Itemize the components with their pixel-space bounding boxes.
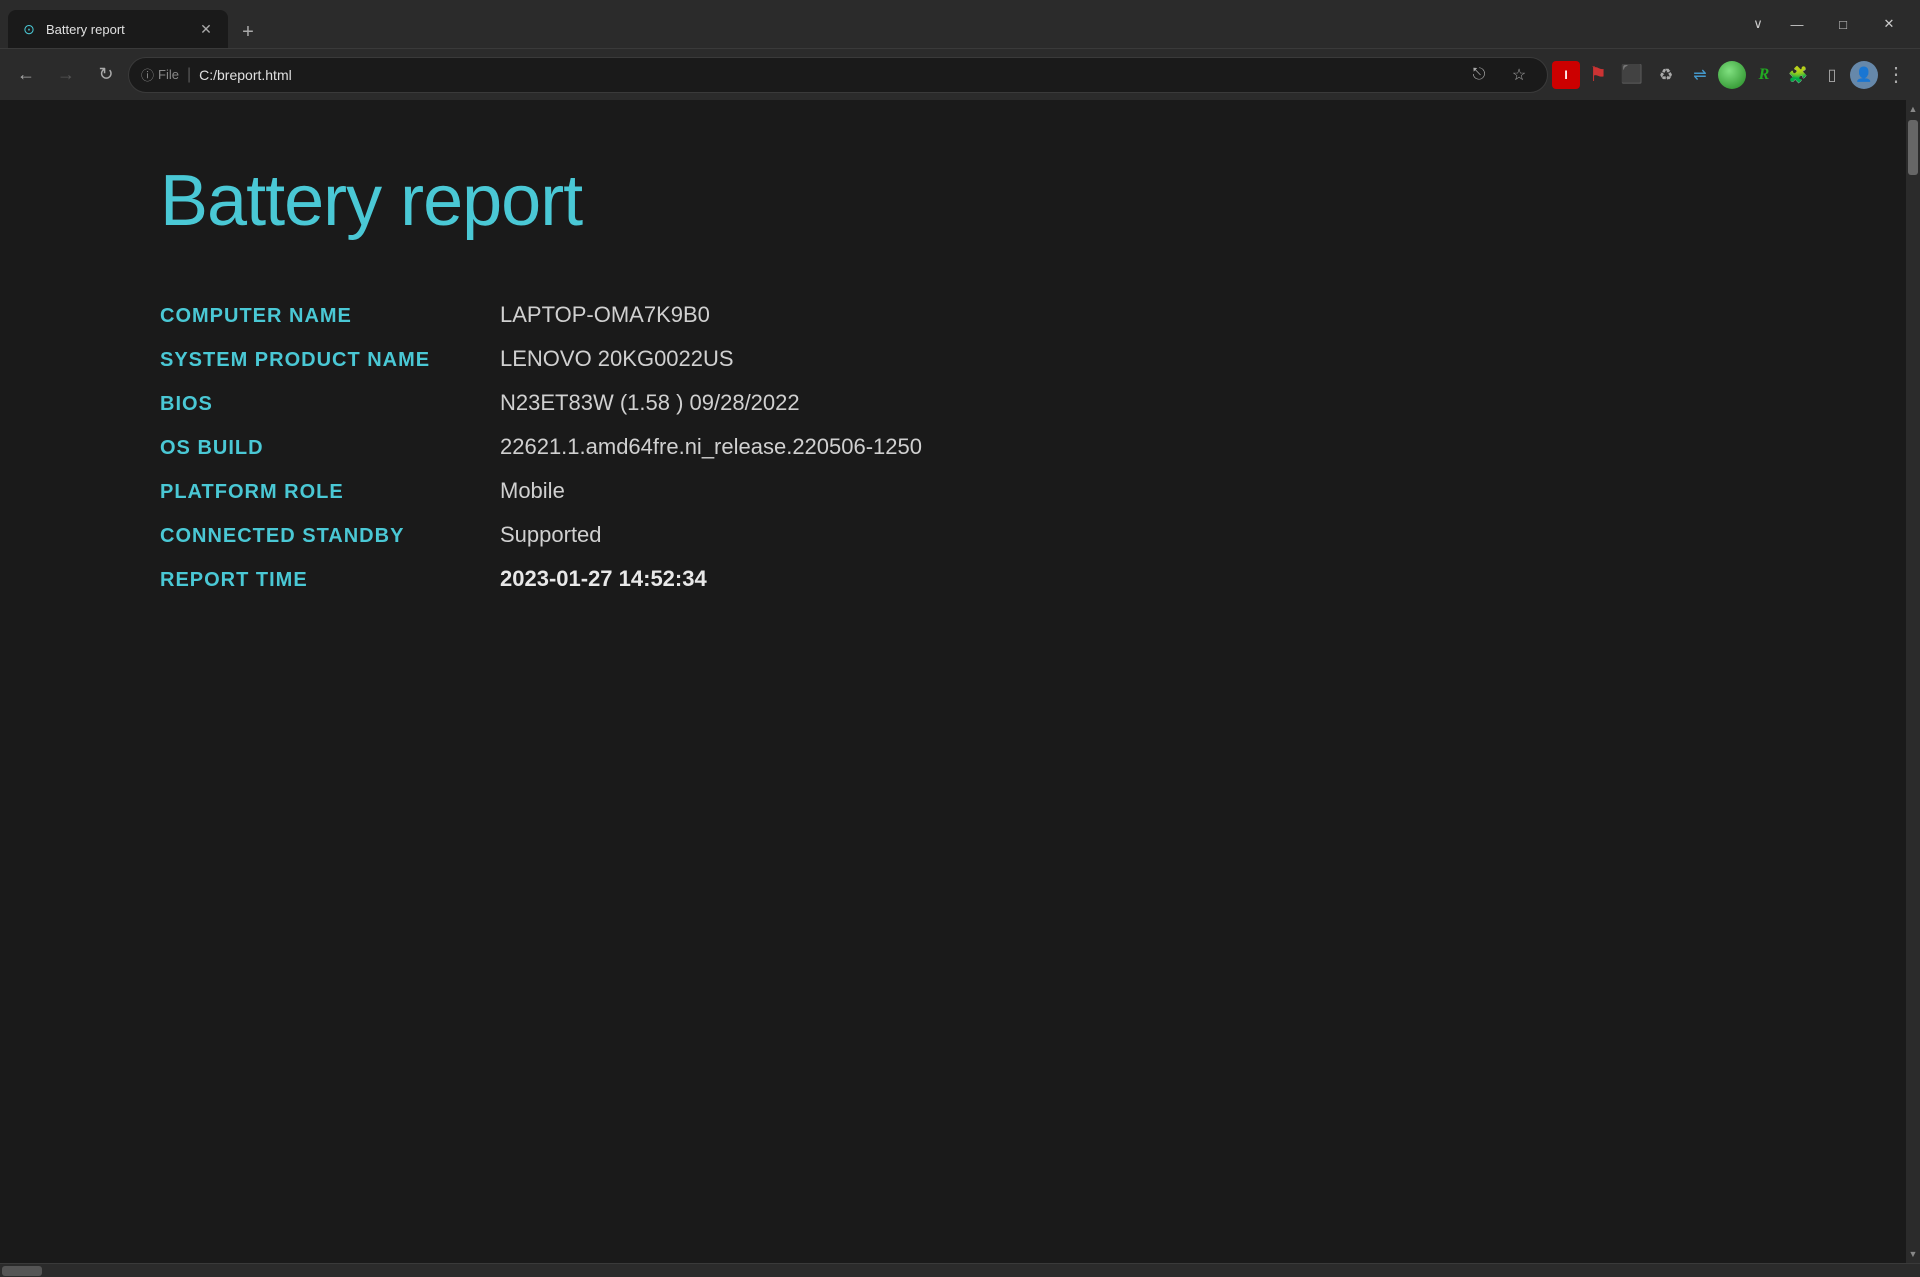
new-tab-button[interactable]: +: [232, 16, 264, 48]
active-tab[interactable]: ⊙ Battery report ✕: [8, 10, 228, 48]
info-label: REPORT TIME: [160, 569, 440, 592]
protocol-label: File: [158, 67, 179, 82]
info-icon: ⓘ File: [141, 65, 179, 84]
info-label: OS BUILD: [160, 437, 440, 460]
table-row: REPORT TIME 2023-01-27 14:52:34: [160, 566, 1786, 592]
tab-area: ⊙ Battery report ✕ +: [8, 0, 1742, 48]
profile-avatar[interactable]: 👤: [1850, 61, 1878, 89]
minimize-button[interactable]: —: [1774, 8, 1820, 40]
info-label: BIOS: [160, 393, 440, 416]
info-value: Supported: [500, 522, 602, 548]
info-table: COMPUTER NAME LAPTOP-OMA7K9B0 SYSTEM PRODU…: [160, 302, 1786, 592]
info-label: COMPUTER NAME: [160, 305, 440, 328]
info-value: LAPTOP-OMA7K9B0: [500, 302, 710, 328]
extension-3-button[interactable]: ⬛: [1616, 59, 1648, 91]
info-value: N23ET83W (1.58 ) 09/28/2022: [500, 390, 800, 416]
window-controls: ∨ — □ ✕: [1742, 8, 1912, 40]
page-title: Battery report: [160, 160, 1786, 242]
toolbar-extensions: I ⚑ ⬛ ♻ ⇌ R 🧩 ▯ 👤 ⋮: [1552, 59, 1912, 91]
scrollbar-thumb[interactable]: [1908, 120, 1918, 175]
extension-5-button[interactable]: ⇌: [1684, 59, 1716, 91]
bookmark-icon[interactable]: ☆: [1503, 59, 1535, 91]
refresh-button[interactable]: ↻: [88, 57, 124, 93]
info-value: Mobile: [500, 478, 565, 504]
horizontal-scrollbar-thumb[interactable]: [2, 1266, 42, 1276]
extension-7-button[interactable]: R: [1748, 59, 1780, 91]
toolbar: ← → ↻ ⓘ File | C:/breport.html ⎋ ☆ I ⚑ ⬛…: [0, 48, 1920, 100]
extension-4-button[interactable]: ♻: [1650, 59, 1682, 91]
vertical-scrollbar[interactable]: ▲ ▼: [1906, 100, 1920, 1263]
info-value: 22621.1.amd64fre.ni_release.220506-1250: [500, 434, 922, 460]
table-row: PLATFORM ROLE Mobile: [160, 478, 1786, 504]
extension-2-button[interactable]: ⚑: [1582, 59, 1614, 91]
page-content: Battery report COMPUTER NAME LAPTOP-OMA7K…: [0, 100, 1906, 652]
maximize-button[interactable]: □: [1820, 8, 1866, 40]
tab-close-button[interactable]: ✕: [196, 19, 216, 39]
titlebar: ⊙ Battery report ✕ + ∨ — □ ✕: [0, 0, 1920, 48]
address-text: C:/breport.html: [199, 67, 1455, 83]
table-row: CONNECTED STANDBY Supported: [160, 522, 1786, 548]
table-row: SYSTEM PRODUCT NAME LENOVO 20KG0022US: [160, 346, 1786, 372]
content-wrapper: Battery report COMPUTER NAME LAPTOP-OMA7K…: [0, 100, 1920, 1263]
extension-1-button[interactable]: I: [1552, 61, 1580, 89]
share-icon[interactable]: ⎋: [1463, 59, 1495, 91]
tab-search-button[interactable]: ∨: [1742, 8, 1774, 40]
horizontal-scrollbar[interactable]: [0, 1263, 1920, 1277]
extension-6-button[interactable]: [1718, 61, 1746, 89]
scroll-down-button[interactable]: ▼: [1906, 1245, 1920, 1263]
extensions-button[interactable]: 🧩: [1782, 59, 1814, 91]
scroll-up-button[interactable]: ▲: [1906, 100, 1920, 118]
info-label: CONNECTED STANDBY: [160, 525, 440, 548]
table-row: COMPUTER NAME LAPTOP-OMA7K9B0: [160, 302, 1786, 328]
close-button[interactable]: ✕: [1866, 8, 1912, 40]
tab-favicon-icon: ⊙: [20, 20, 38, 38]
main-content: Battery report COMPUTER NAME LAPTOP-OMA7K…: [0, 100, 1906, 1263]
info-value: 2023-01-27 14:52:34: [500, 566, 707, 592]
tab-title: Battery report: [46, 22, 188, 37]
table-row: BIOS N23ET83W (1.58 ) 09/28/2022: [160, 390, 1786, 416]
address-separator: |: [187, 66, 191, 84]
info-value: LENOVO 20KG0022US: [500, 346, 734, 372]
back-button[interactable]: ←: [8, 57, 44, 93]
address-bar[interactable]: ⓘ File | C:/breport.html ⎋ ☆: [128, 57, 1548, 93]
info-label: PLATFORM ROLE: [160, 481, 440, 504]
info-label: SYSTEM PRODUCT NAME: [160, 349, 440, 372]
sidebar-toggle-button[interactable]: ▯: [1816, 59, 1848, 91]
forward-button[interactable]: →: [48, 57, 84, 93]
browser-menu-button[interactable]: ⋮: [1880, 59, 1912, 91]
table-row: OS BUILD 22621.1.amd64fre.ni_release.2205…: [160, 434, 1786, 460]
